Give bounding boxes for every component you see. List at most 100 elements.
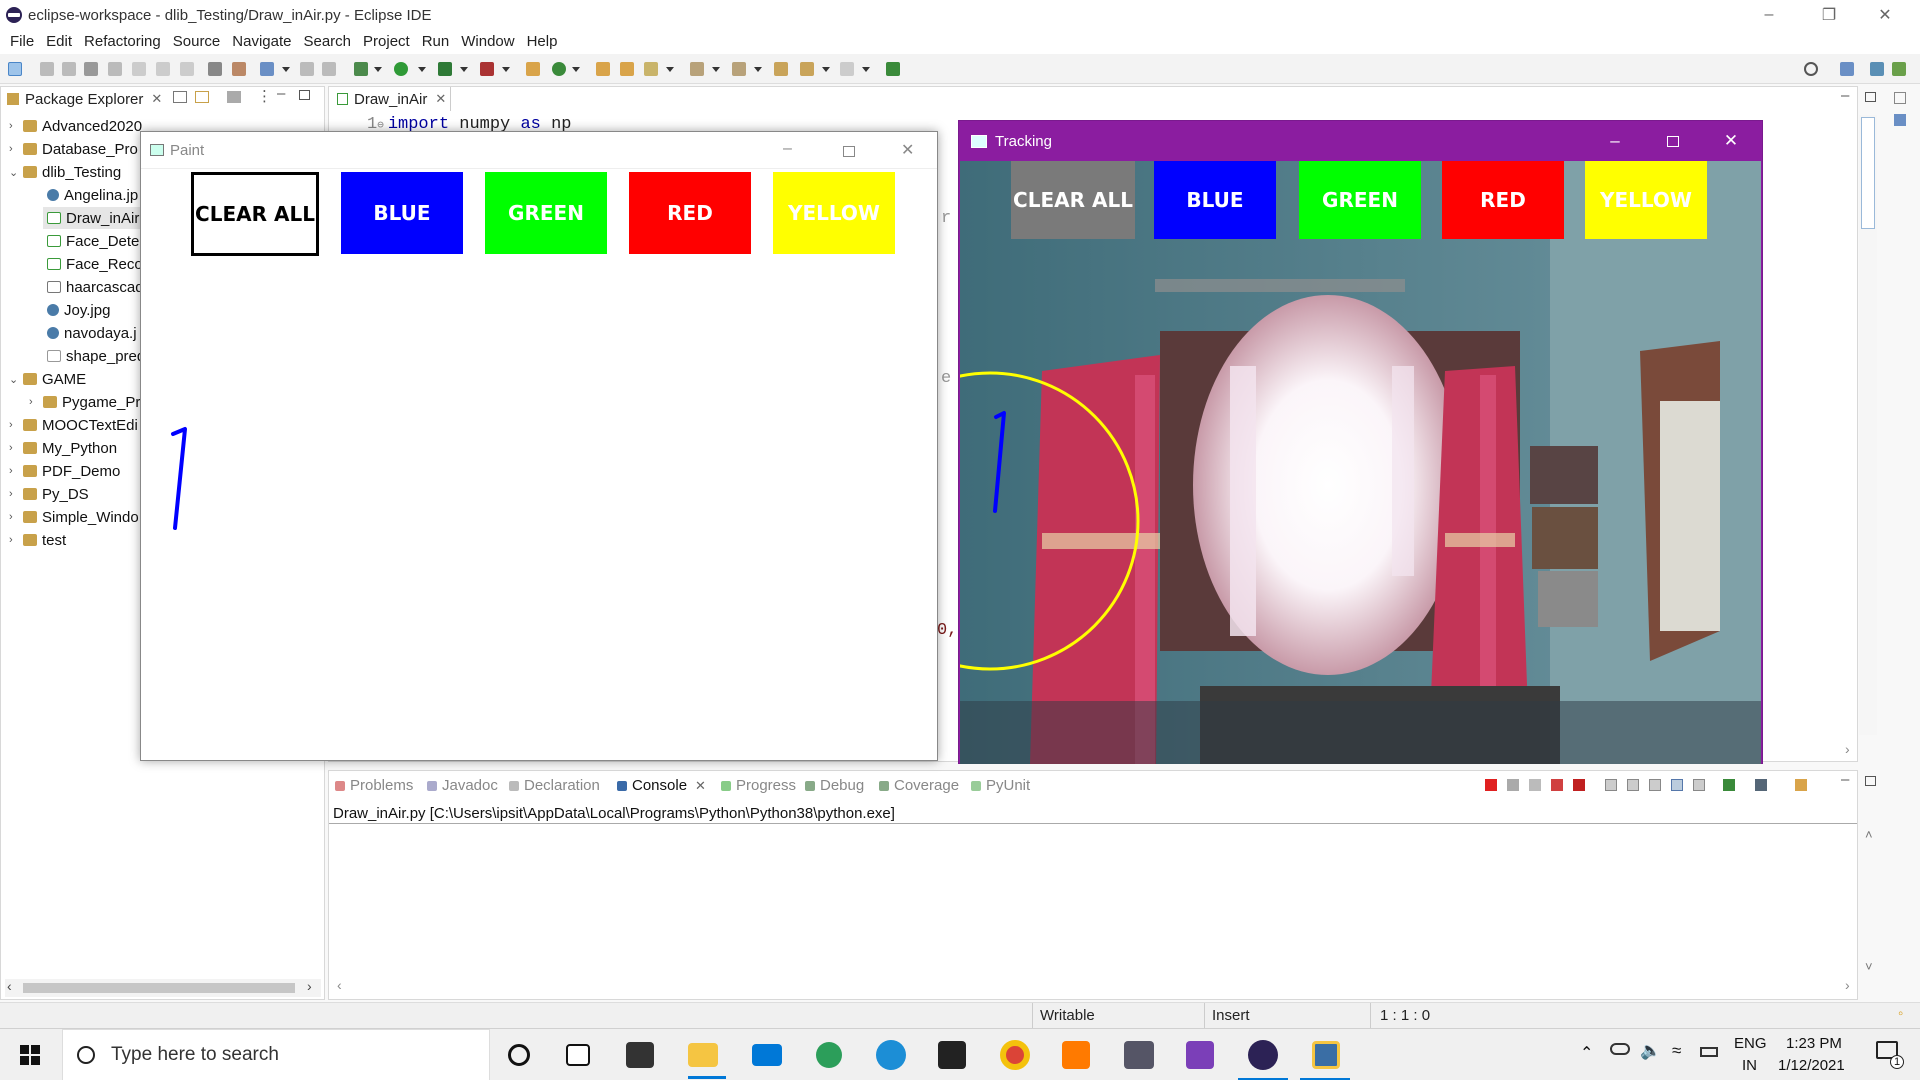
new-icon[interactable]	[260, 62, 274, 76]
step-return-icon[interactable]	[180, 62, 194, 76]
next-annotation-dropdown-icon[interactable]	[712, 67, 720, 72]
chevron-right-icon[interactable]: ›	[9, 488, 19, 500]
close-tab-icon[interactable]: ✕	[435, 91, 446, 107]
chevron-down-icon[interactable]: ⌄	[9, 373, 19, 386]
link-editor-icon[interactable]	[195, 91, 209, 103]
tree-item-pygame-pr[interactable]: › Pygame_Pr	[29, 391, 140, 413]
tab-pyunit[interactable]: PyUnit	[971, 777, 1030, 794]
prev-annotation-icon[interactable]	[732, 62, 746, 76]
restore-icon[interactable]	[1894, 92, 1906, 104]
tracking-blue-button[interactable]: BLUE	[1154, 161, 1276, 239]
select-tool-icon[interactable]	[8, 62, 22, 76]
tree-item-test[interactable]: › test	[9, 529, 66, 551]
external-tools-dropdown-icon[interactable]	[502, 67, 510, 72]
new-class-dropdown-icon[interactable]	[572, 67, 580, 72]
chevron-right-icon[interactable]: ›	[9, 419, 19, 431]
filter-icon[interactable]	[227, 91, 241, 103]
tree-item-shape-pred[interactable]: shape_pred	[43, 345, 145, 367]
minimize-button[interactable]: –	[1586, 121, 1644, 161]
resume-icon[interactable]	[40, 62, 54, 76]
open-type-icon[interactable]	[596, 62, 610, 76]
eclipse-icon[interactable]	[1248, 1040, 1278, 1070]
vertical-scrollbar[interactable]	[1859, 115, 1877, 735]
tree-item-haarcascade[interactable]: haarcascad	[43, 276, 144, 298]
cortana-icon[interactable]	[508, 1044, 530, 1066]
new-dropdown-icon[interactable]	[282, 67, 290, 72]
terminate-icon[interactable]	[84, 62, 98, 76]
maximize-button[interactable]	[1644, 121, 1702, 161]
run-icon[interactable]	[394, 62, 408, 76]
tree-item-py-ds[interactable]: › Py_DS	[9, 483, 89, 505]
editor-tab-draw-inair[interactable]: Draw_inAir ✕	[329, 87, 451, 111]
paint-canvas[interactable]	[141, 132, 937, 760]
sticky-notes-icon[interactable]	[938, 1041, 966, 1069]
scroll-thumb[interactable]	[23, 983, 295, 993]
external-tools-icon[interactable]	[480, 62, 494, 76]
close-tab-icon[interactable]: ✕	[695, 778, 706, 794]
show-on-error-icon[interactable]	[1671, 779, 1683, 791]
minimize-view-icon[interactable]: –	[277, 85, 285, 102]
step-over-icon[interactable]	[156, 62, 170, 76]
remove-launch-icon[interactable]	[1507, 779, 1519, 791]
suspend-icon[interactable]	[62, 62, 76, 76]
clear-console-icon[interactable]	[1551, 779, 1563, 791]
scroll-lock-icon[interactable]	[1605, 779, 1617, 791]
tree-item-simple-window[interactable]: › Simple_Windo	[9, 506, 139, 528]
prev-annotation-dropdown-icon[interactable]	[754, 67, 762, 72]
menu-window[interactable]: Window	[455, 30, 520, 54]
chevron-right-icon[interactable]: ›	[9, 120, 19, 132]
forward-icon[interactable]	[840, 62, 854, 76]
package-explorer-tab[interactable]: Package Explorer ✕	[1, 87, 167, 111]
language-top[interactable]: ENG	[1734, 1035, 1767, 1052]
maximize-view-icon[interactable]	[1865, 776, 1876, 786]
language-bottom[interactable]: IN	[1742, 1057, 1757, 1074]
coverage-dropdown-icon[interactable]	[460, 67, 468, 72]
show-hidden-icons-icon[interactable]: ⌃	[1580, 1043, 1593, 1063]
tracking-red-button[interactable]: RED	[1442, 161, 1564, 239]
tab-debug[interactable]: Debug	[805, 777, 864, 794]
chrome-icon[interactable]	[1000, 1040, 1030, 1070]
menu-search[interactable]: Search	[297, 30, 357, 54]
open-perspective-icon[interactable]	[1840, 62, 1854, 76]
run-dropdown-icon[interactable]	[418, 67, 426, 72]
last-edit-icon[interactable]	[774, 62, 788, 76]
terminate-icon[interactable]	[1485, 779, 1497, 791]
maximize-view-icon[interactable]	[1865, 92, 1876, 102]
close-button[interactable]: ✕	[1862, 0, 1908, 30]
debug-dropdown-icon[interactable]	[374, 67, 382, 72]
display-console-icon[interactable]	[1723, 779, 1735, 791]
scroll-down-icon[interactable]: ˅	[1865, 959, 1873, 974]
start-button[interactable]	[0, 1029, 60, 1080]
tracking-clear-all-button[interactable]: CLEAR ALL	[1011, 161, 1135, 239]
close-console-icon[interactable]	[1573, 779, 1585, 791]
chevron-right-icon[interactable]: ›	[9, 465, 19, 477]
tree-item-navodaya[interactable]: navodaya.j	[43, 322, 137, 344]
search-dropdown-icon[interactable]	[666, 67, 674, 72]
use-step-filters-icon[interactable]	[208, 62, 222, 76]
back-icon[interactable]	[800, 62, 814, 76]
tree-item-draw-inair[interactable]: Draw_inAir	[43, 207, 143, 229]
scroll-left-icon[interactable]: ‹	[7, 978, 12, 994]
open-console-icon[interactable]	[1755, 779, 1767, 791]
scroll-up-icon[interactable]: ˄	[1865, 827, 1873, 842]
pin-console-icon[interactable]	[1693, 779, 1705, 791]
pydev-perspective-icon[interactable]	[1892, 62, 1906, 76]
edge-icon[interactable]	[876, 1040, 906, 1070]
remove-all-icon[interactable]	[1529, 779, 1541, 791]
new-java-project-icon[interactable]	[526, 62, 540, 76]
minimize-view-icon[interactable]: –	[1841, 87, 1849, 104]
scroll-right-icon[interactable]: ›	[1845, 741, 1850, 757]
task-view-icon[interactable]	[566, 1044, 590, 1066]
menu-help[interactable]: Help	[521, 30, 564, 54]
next-annotation-icon[interactable]	[690, 62, 704, 76]
maximize-view-icon[interactable]	[299, 90, 310, 100]
tracking-yellow-button[interactable]: YELLOW	[1585, 161, 1707, 239]
chevron-right-icon[interactable]: ›	[9, 511, 19, 523]
view-menu-icon[interactable]: ⋮	[257, 87, 272, 105]
tracking-green-button[interactable]: GREEN	[1299, 161, 1421, 239]
menu-file[interactable]: File	[4, 30, 40, 54]
skip-breakpoints-icon[interactable]	[232, 62, 246, 76]
onedrive-icon[interactable]	[1610, 1043, 1630, 1055]
clock-time[interactable]: 1:23 PM	[1786, 1035, 1842, 1052]
scroll-left-icon[interactable]: ‹	[337, 977, 342, 993]
